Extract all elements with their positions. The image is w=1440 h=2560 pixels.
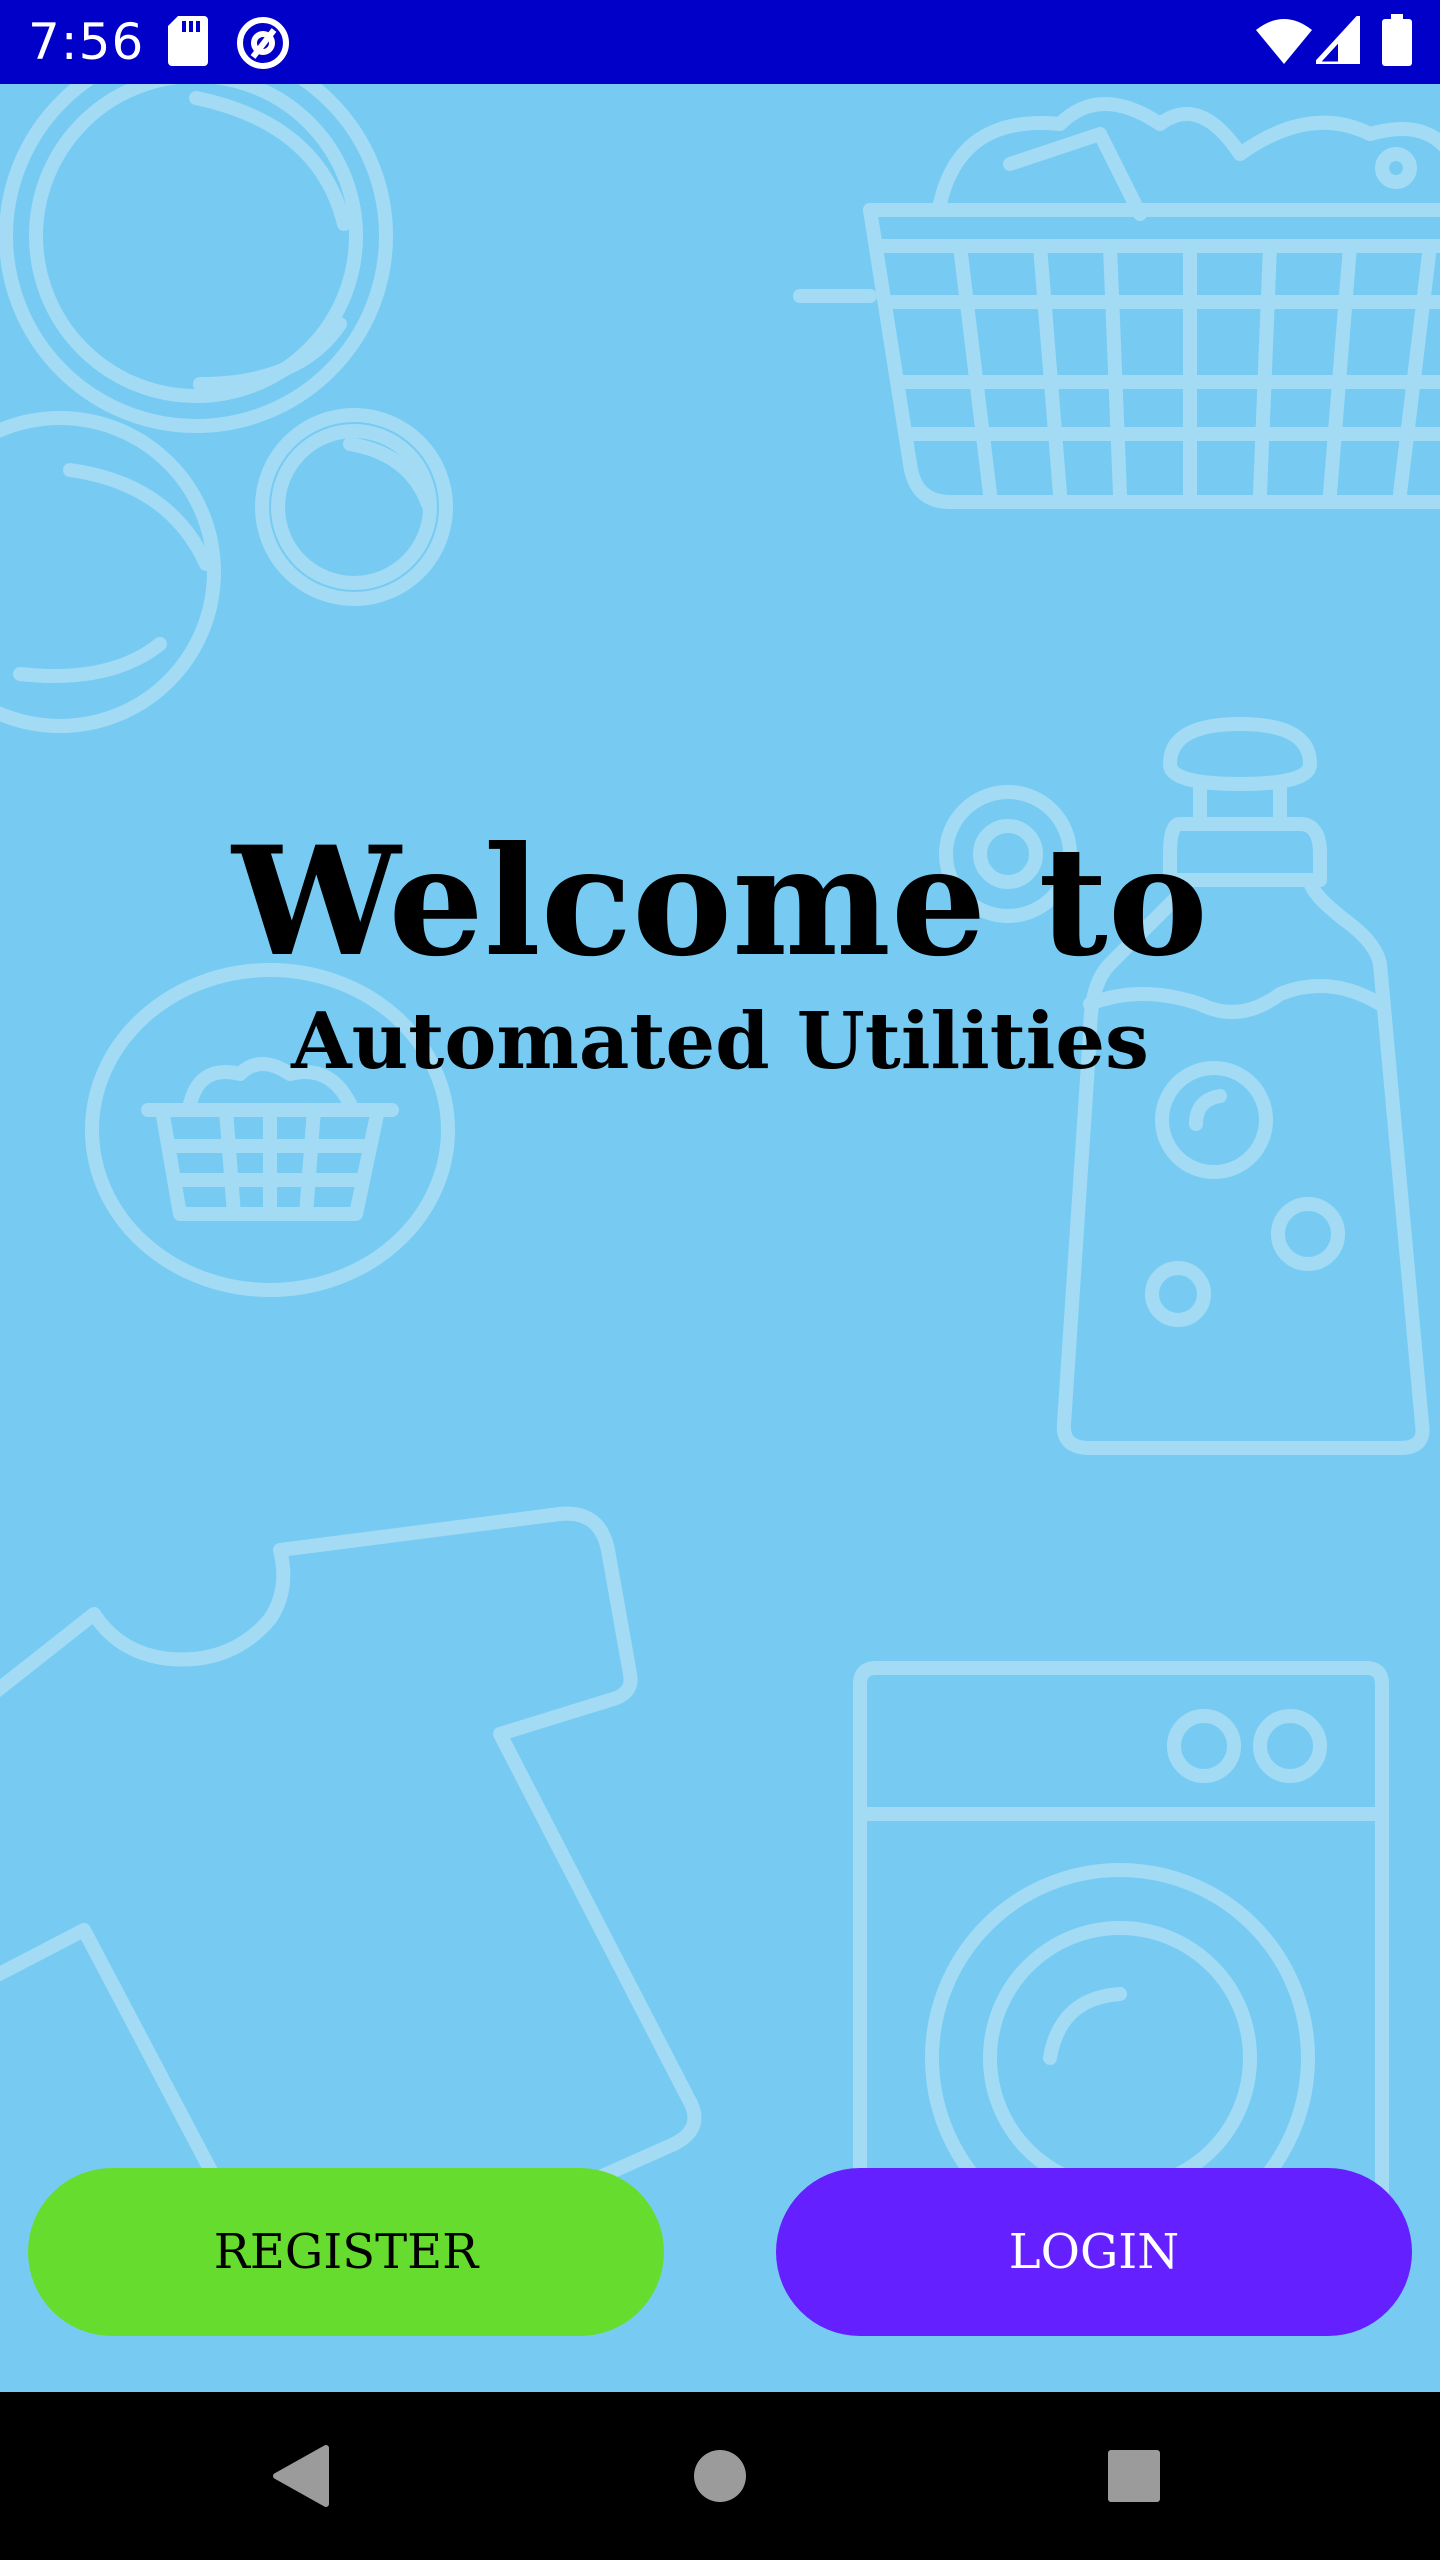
status-bar: 7:56 — [0, 0, 1440, 84]
background-illustration — [0, 84, 1440, 2291]
home-icon[interactable] — [670, 2426, 770, 2526]
status-time: 7:56 — [28, 13, 145, 71]
back-icon[interactable] — [252, 2426, 352, 2526]
welcome-screen: 7:56 Welcome to Automated Utilities REGI… — [0, 0, 1440, 2560]
battery-icon — [1382, 14, 1412, 66]
sd-card-icon — [168, 16, 208, 66]
cell-signal-icon — [1316, 16, 1360, 64]
welcome-title: Welcome to — [232, 814, 1208, 990]
register-button[interactable]: REGISTER — [28, 2168, 664, 2336]
wifi-icon — [1256, 19, 1312, 64]
bubble-icon — [0, 84, 453, 733]
main-content: Welcome to Automated Utilities REGISTER … — [0, 84, 1440, 2392]
at-sign-icon — [237, 17, 289, 69]
login-button[interactable]: LOGIN — [776, 2168, 1412, 2336]
laundry-basket-icon — [793, 97, 1440, 509]
recents-icon[interactable] — [1084, 2426, 1184, 2526]
app-name-subtitle: Automated Utilities — [291, 996, 1149, 1087]
navigation-bar — [0, 2392, 1440, 2560]
